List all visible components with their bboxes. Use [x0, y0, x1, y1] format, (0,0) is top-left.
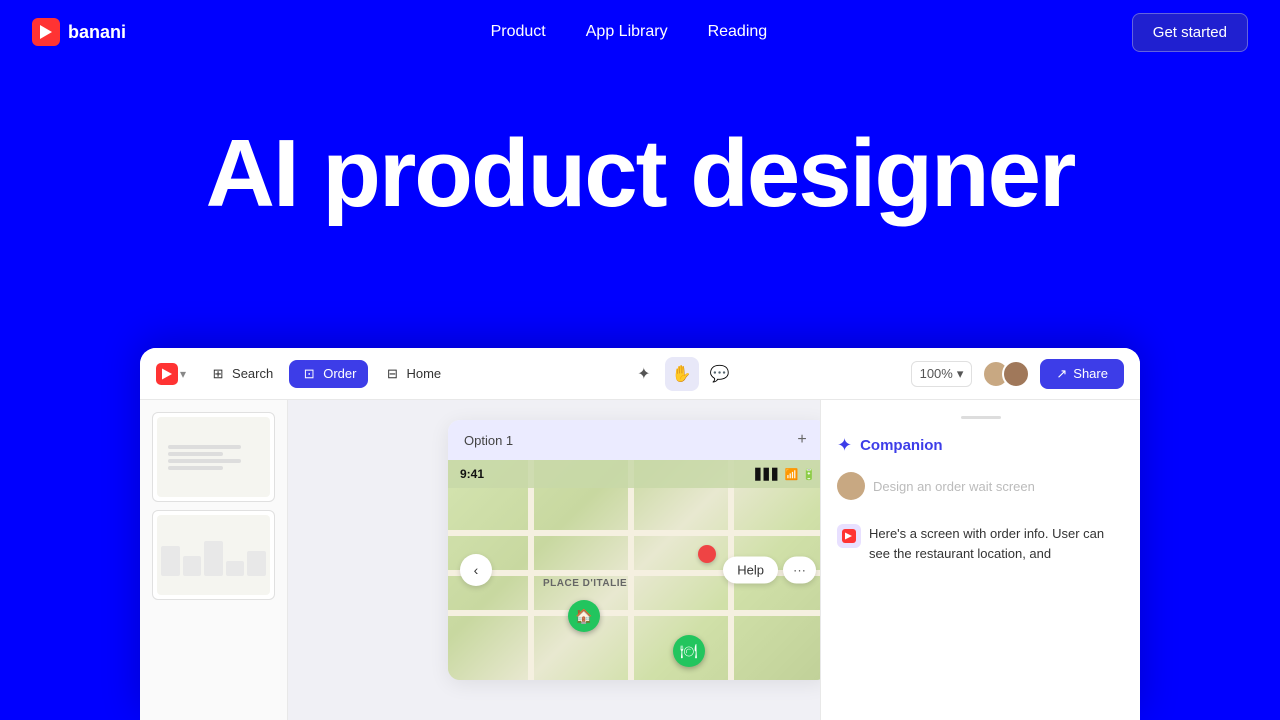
- sparkle-tool-button[interactable]: ✦: [627, 357, 661, 391]
- comment-tool-button[interactable]: 💬: [703, 357, 737, 391]
- thumb-line: [168, 452, 222, 456]
- map-road: [448, 530, 820, 536]
- hero-section: AI product designer: [0, 64, 1280, 265]
- companion-message-text: Here's a screen with order info. User ca…: [869, 524, 1124, 563]
- phone-map: 9:41 ▋▋▋ 📶 🔋: [448, 460, 820, 680]
- nav-product[interactable]: Product: [491, 23, 546, 41]
- map-pin-red[interactable]: [698, 545, 716, 563]
- map-more-button[interactable]: ···: [783, 557, 816, 584]
- toolbar-order-label: Order: [323, 366, 356, 381]
- zoom-label: 100%: [920, 366, 953, 381]
- brand-logo[interactable]: banani: [32, 18, 126, 46]
- map-road: [448, 610, 820, 616]
- map-road: [528, 460, 534, 680]
- map-background: 9:41 ▋▋▋ 📶 🔋: [448, 460, 820, 680]
- chart-bar: [183, 556, 202, 576]
- toolbar-right: 100% ▾ ↗ Share: [911, 359, 1124, 389]
- companion-message-row: Here's a screen with order info. User ca…: [837, 524, 1124, 563]
- option-plus-button[interactable]: +: [792, 430, 812, 450]
- option-header: Option 1 +: [448, 420, 820, 460]
- battery-icon: 🔋: [802, 468, 816, 481]
- search-icon: ⊞: [210, 366, 226, 382]
- comment-icon: 💬: [710, 364, 730, 384]
- navbar: banani Product App Library Reading Get s…: [0, 0, 1280, 64]
- app-toolbar: ▾ ⊞ Search ⊡ Order ⊟ Home ✦ ✋: [140, 348, 1140, 400]
- toolbar-left: ▾ ⊞ Search ⊡ Order ⊟ Home: [156, 360, 453, 388]
- companion-input-placeholder[interactable]: Design an order wait screen: [873, 479, 1035, 494]
- companion-logo-icon: [842, 529, 856, 543]
- companion-user-avatar: [837, 472, 865, 500]
- zoom-chevron-icon: ▾: [957, 366, 964, 382]
- companion-panel: ✦ Companion Design an order wait screen …: [820, 400, 1140, 720]
- share-label: Share: [1073, 366, 1108, 381]
- home-icon: ⊟: [384, 366, 400, 382]
- avatar-2: [1002, 360, 1030, 388]
- signal-icon: ▋▋▋: [755, 468, 780, 481]
- thumb-line: [168, 466, 222, 470]
- thumb-lines: [168, 442, 258, 473]
- option-label: Option 1: [464, 433, 513, 448]
- nav-app-library[interactable]: App Library: [586, 23, 668, 41]
- hand-icon: ✋: [672, 364, 692, 384]
- chart-bar: [204, 541, 223, 576]
- companion-title: Companion: [860, 437, 943, 454]
- get-started-button[interactable]: Get started: [1132, 13, 1248, 52]
- companion-app-icon: [837, 524, 861, 548]
- toolbar-search-label: Search: [232, 366, 273, 381]
- nav-reading[interactable]: Reading: [708, 23, 768, 41]
- status-icons: ▋▋▋ 📶 🔋: [755, 468, 816, 481]
- toolbar-brand-icon: [156, 363, 178, 385]
- thumbnail-1-preview: [157, 417, 270, 497]
- thumb-line: [168, 459, 240, 463]
- hero-title: AI product designer: [32, 124, 1248, 225]
- thumbnail-2-preview: [157, 515, 270, 595]
- companion-input-row: Design an order wait screen: [837, 472, 1124, 500]
- toolbar-logo: ▾: [156, 363, 186, 385]
- toolbar-search-button[interactable]: ⊞ Search: [198, 360, 285, 388]
- map-help-button[interactable]: Help: [723, 557, 778, 584]
- brand-name: banani: [68, 22, 126, 43]
- share-icon: ↗: [1056, 366, 1067, 382]
- status-bar: 9:41 ▋▋▋ 📶 🔋: [448, 460, 820, 488]
- zoom-control[interactable]: 100% ▾: [911, 361, 973, 387]
- app-content: Option 1 + 9:41 ▋▋▋ 📶 🔋: [140, 400, 1140, 720]
- wifi-icon: 📶: [785, 468, 799, 481]
- toolbar-home-label: Home: [406, 366, 441, 381]
- status-time: 9:41: [460, 467, 484, 481]
- sparkle-icon: ✦: [637, 364, 650, 384]
- companion-sparkle-icon: ✦: [837, 435, 852, 456]
- hand-tool-button[interactable]: ✋: [665, 357, 699, 391]
- map-place-label: PLACE D'ITALIE: [543, 578, 627, 589]
- toolbar-chevron-icon: ▾: [180, 367, 186, 381]
- map-back-button[interactable]: ‹: [460, 554, 492, 586]
- map-road: [628, 460, 634, 680]
- thumb-line: [168, 445, 240, 449]
- chart-bar: [161, 546, 180, 576]
- map-pin-home[interactable]: 🏠: [568, 600, 600, 632]
- map-pin-restaurant[interactable]: 🍽: [673, 635, 705, 667]
- scroll-hint: [961, 416, 1001, 419]
- chart-bar: [226, 561, 245, 576]
- collaborator-avatars: [982, 360, 1030, 388]
- share-button[interactable]: ↗ Share: [1040, 359, 1124, 389]
- toolbar-home-button[interactable]: ⊟ Home: [372, 360, 453, 388]
- main-nav: Product App Library Reading: [491, 23, 768, 41]
- app-preview-container: ▾ ⊞ Search ⊡ Order ⊟ Home ✦ ✋: [140, 348, 1140, 720]
- chart-thumb: [157, 530, 270, 580]
- option-1-card: Option 1 + 9:41 ▋▋▋ 📶 🔋: [448, 420, 820, 680]
- chart-bar: [247, 551, 266, 576]
- left-sidebar: [140, 400, 288, 720]
- toolbar-center: ✦ ✋ 💬: [627, 357, 737, 391]
- thumbnail-2[interactable]: [152, 510, 275, 600]
- main-canvas[interactable]: Option 1 + 9:41 ▋▋▋ 📶 🔋: [288, 400, 820, 720]
- companion-header: ✦ Companion: [837, 435, 1124, 456]
- order-icon: ⊡: [301, 366, 317, 382]
- thumbnail-1[interactable]: [152, 412, 275, 502]
- brand-logo-icon: [32, 18, 60, 46]
- toolbar-order-button[interactable]: ⊡ Order: [289, 360, 368, 388]
